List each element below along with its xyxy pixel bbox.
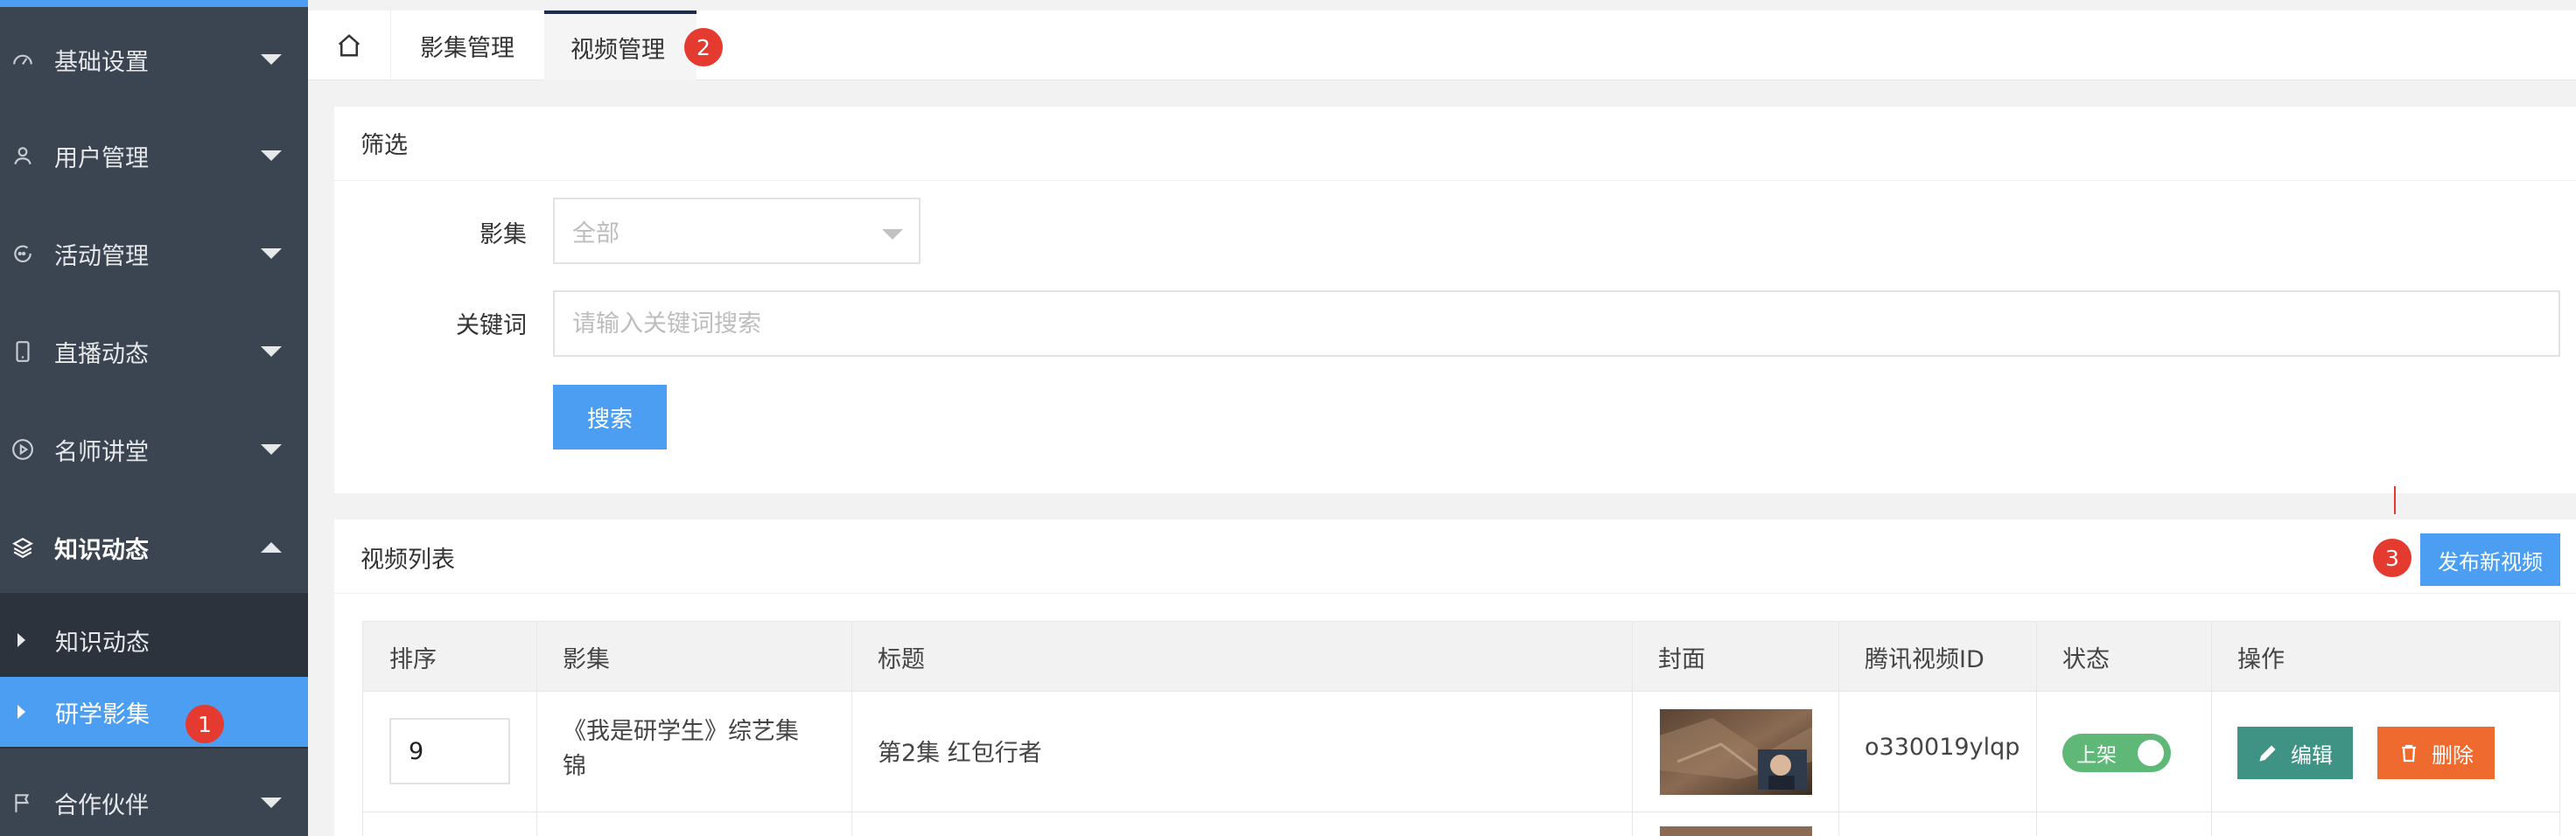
- delete-button-label: 删除: [2432, 743, 2474, 768]
- video-cover-thumbnail: [1660, 709, 1812, 795]
- sidebar-item-knowledge[interactable]: 知识动态: [0, 498, 308, 596]
- album-select[interactable]: 全部: [553, 198, 920, 264]
- sidebar-item-basic-settings[interactable]: 基础设置: [0, 10, 308, 108]
- column-divider: [1838, 622, 1839, 836]
- album-name-line: 锦: [563, 753, 586, 780]
- submenu-item-label: 研学影集: [55, 700, 150, 728]
- chevron-down-icon: [261, 346, 282, 357]
- chevron-down-icon: [882, 229, 903, 240]
- column-divider: [851, 622, 852, 836]
- chevron-down-icon: [261, 248, 282, 259]
- flag-icon: [10, 791, 35, 815]
- submenu-item-label: 知识动态: [55, 629, 150, 657]
- tab-video-management[interactable]: 视频管理: [544, 10, 696, 80]
- video-cover-thumbnail: [1660, 826, 1812, 836]
- filter-card: 筛选 影集 全部 关键词 搜索: [334, 107, 2576, 493]
- sidebar-item-partners[interactable]: 合作伙伴: [0, 754, 308, 836]
- column-divider: [2211, 622, 2212, 836]
- album-name-line: 《我是研学生》综艺集: [563, 718, 799, 745]
- activity-icon: [10, 241, 35, 266]
- toggle-knob: [2138, 740, 2164, 766]
- annotation-pointer-line: [2394, 486, 2396, 514]
- video-title-cell: 第2集 红包行者: [878, 740, 1042, 767]
- sidebar-item-label: 直播动态: [54, 340, 149, 368]
- column-header: 标题: [878, 645, 925, 673]
- caret-right-icon: [18, 705, 25, 719]
- sidebar: 基础设置 用户管理 活动管理 直播动态 名师讲堂 知识动态 知识动态 研学影集: [0, 0, 308, 836]
- album-filter-label: 影集: [480, 221, 527, 248]
- layers-icon: [10, 535, 35, 560]
- phone-icon: [10, 339, 35, 364]
- sidebar-item-label: 名师讲堂: [54, 438, 149, 466]
- status-toggle-label: 上架: [2076, 744, 2117, 767]
- tab-label: 视频管理: [570, 36, 665, 64]
- album-cell: 《我是研学生》综艺集 锦: [563, 714, 851, 784]
- column-header: 状态: [2062, 645, 2110, 673]
- table-row: [363, 812, 2559, 836]
- sidebar-item-label: 用户管理: [54, 144, 149, 172]
- chevron-down-icon: [261, 798, 282, 808]
- submenu-item-study-album[interactable]: 研学影集: [0, 677, 308, 747]
- status-toggle[interactable]: 上架: [2062, 734, 2171, 772]
- tencent-video-id-cell: o330019ylqp: [1865, 734, 2020, 761]
- edit-button[interactable]: 编辑: [2237, 727, 2353, 779]
- tab-bar: 影集管理 视频管理 2: [308, 10, 2576, 80]
- column-divider: [536, 622, 537, 836]
- order-input[interactable]: [389, 718, 510, 784]
- annotation-badge-3: 3: [2373, 539, 2412, 577]
- keyword-search-input[interactable]: [553, 290, 2560, 357]
- sidebar-item-teacher-lecture[interactable]: 名师讲堂: [0, 401, 308, 498]
- card-divider: [334, 180, 2576, 181]
- sidebar-item-label: 合作伙伴: [54, 791, 149, 819]
- sidebar-item-live-news[interactable]: 直播动态: [0, 303, 308, 401]
- submenu-item-knowledge-news[interactable]: 知识动态: [0, 605, 308, 675]
- caret-right-icon: [18, 633, 25, 647]
- video-table: 排序 影集 标题 封面 腾讯视频ID 状态 操作 《我是研学生》综艺集 锦 第2…: [362, 621, 2560, 836]
- sidebar-top-accent: [0, 0, 308, 7]
- home-tab[interactable]: [327, 10, 371, 80]
- chevron-down-icon: [261, 54, 282, 65]
- user-icon: [10, 143, 35, 168]
- table-header: 排序 影集 标题 封面 腾讯视频ID 状态 操作: [363, 622, 2559, 692]
- filter-card-title: 筛选: [360, 132, 408, 159]
- column-header: 操作: [2237, 645, 2285, 673]
- sidebar-item-label: 活动管理: [54, 242, 149, 270]
- play-circle-icon: [10, 437, 35, 462]
- search-button[interactable]: 搜索: [553, 385, 667, 449]
- sidebar-item-label: 知识动态: [54, 536, 149, 564]
- tab-label: 影集管理: [420, 34, 514, 62]
- video-list-title: 视频列表: [360, 547, 455, 574]
- table-row: 《我是研学生》综艺集 锦 第2集 红包行者 o3: [363, 692, 2559, 812]
- chevron-down-icon: [261, 150, 282, 161]
- chevron-up-icon: [261, 542, 282, 553]
- column-divider: [2036, 622, 2037, 836]
- annotation-badge-2: 2: [684, 28, 723, 66]
- sidebar-submenu: 知识动态 研学影集: [0, 593, 308, 749]
- chevron-down-icon: [261, 444, 282, 455]
- gauge-icon: [10, 47, 35, 72]
- album-select-value: 全部: [572, 219, 620, 247]
- home-icon: [338, 34, 360, 57]
- edit-button-label: 编辑: [2291, 743, 2333, 768]
- card-divider: [334, 593, 2576, 594]
- sidebar-item-user-management[interactable]: 用户管理: [0, 107, 308, 205]
- column-divider: [1632, 622, 1633, 836]
- column-header: 封面: [1658, 645, 1705, 673]
- delete-button[interactable]: 删除: [2377, 727, 2495, 779]
- tab-album-management[interactable]: 影集管理: [390, 10, 544, 80]
- column-header: 影集: [563, 645, 610, 673]
- column-header: 排序: [389, 645, 437, 673]
- keyword-filter-label: 关键词: [456, 312, 527, 339]
- trash-icon: [2402, 744, 2416, 763]
- pencil-icon: [2259, 745, 2276, 762]
- annotation-badge-1: 1: [186, 705, 224, 743]
- sidebar-item-label: 基础设置: [54, 48, 149, 76]
- publish-new-video-button[interactable]: 发布新视频: [2420, 533, 2560, 586]
- column-header: 腾讯视频ID: [1865, 645, 1984, 673]
- sidebar-item-activity-management[interactable]: 活动管理: [0, 205, 308, 303]
